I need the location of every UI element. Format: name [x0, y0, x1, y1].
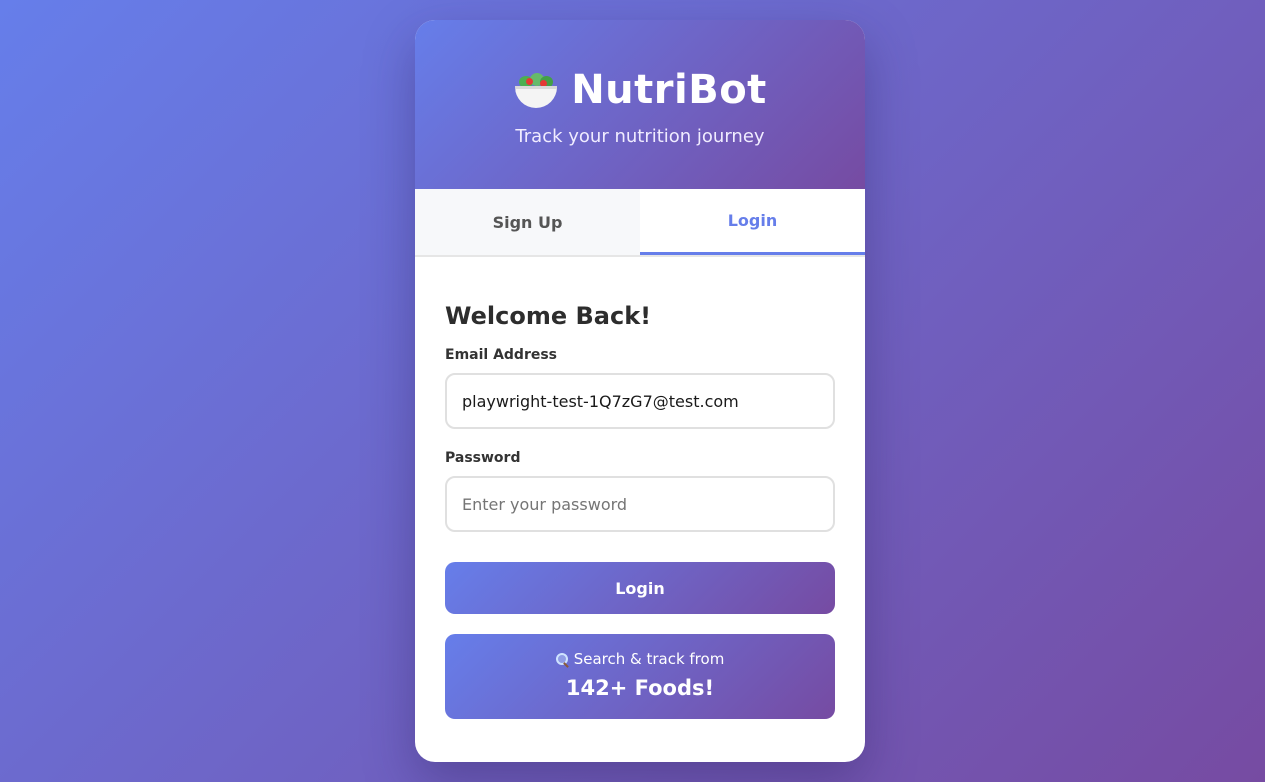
password-label: Password: [445, 450, 521, 466]
email-field[interactable]: [445, 373, 835, 429]
title-row: NutriBot: [415, 66, 865, 114]
login-form: Welcome Back! Email Address Password Log…: [415, 257, 865, 719]
promo-food-count: 142+ Foods!: [565, 676, 715, 700]
app-title: NutriBot: [571, 67, 767, 113]
search-icon: [555, 653, 568, 665]
app-header: NutriBot Track your nutrition journey: [415, 20, 865, 189]
promo-text: Search & track from: [573, 650, 725, 668]
auth-tabs: Sign Up Login: [415, 189, 865, 257]
salad-bowl-icon: [513, 70, 559, 110]
password-field[interactable]: [445, 476, 835, 532]
tab-login[interactable]: Login: [640, 189, 865, 255]
tab-sign-up[interactable]: Sign Up: [415, 189, 640, 255]
auth-card: NutriBot Track your nutrition journey Si…: [415, 20, 865, 762]
form-title: Welcome Back!: [445, 302, 652, 330]
email-label: Email Address: [445, 347, 558, 363]
foods-promo-banner: Search & track from 142+ Foods!: [445, 634, 835, 719]
app-subtitle: Track your nutrition journey: [515, 126, 765, 147]
promo-line: Search & track from: [445, 649, 835, 669]
login-button[interactable]: Login: [445, 562, 835, 614]
